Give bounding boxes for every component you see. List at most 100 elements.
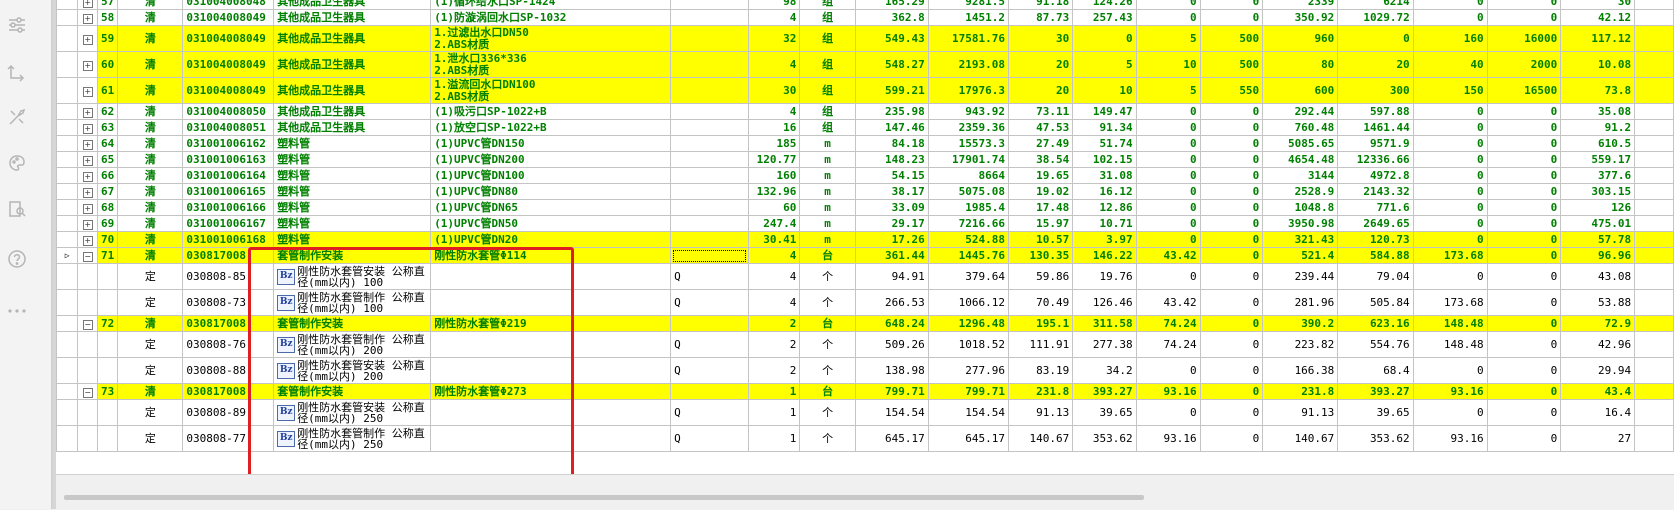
quantity-expression[interactable]: [670, 315, 749, 332]
item-name[interactable]: Bz 刚性防水套管安装 公称直径(mm以内) 250: [273, 399, 432, 426]
unit-cell[interactable]: 组: [799, 77, 856, 104]
mgmt-fee-cell[interactable]: 126: [1560, 199, 1636, 216]
material-total-cell[interactable]: 0: [1337, 25, 1414, 52]
material-unit-cell[interactable]: 91.34: [1072, 119, 1137, 136]
item-code[interactable]: 030808-77: [182, 425, 275, 452]
row-indicator[interactable]: [56, 399, 79, 426]
labor-unit-cell[interactable]: 30: [1007, 25, 1074, 52]
item-name[interactable]: 其他成品卫生器具: [273, 0, 432, 10]
unit-price-cell[interactable]: 84.18: [854, 135, 929, 152]
item-code[interactable]: 030808-85: [182, 263, 275, 290]
item-features[interactable]: (1)UPVC管DN200: [430, 151, 672, 168]
machine-total-cell[interactable]: 0: [1412, 9, 1488, 26]
row-indicator[interactable]: [56, 135, 79, 152]
total-price-cell[interactable]: 17976.3: [927, 77, 1009, 104]
unit-price-cell[interactable]: 38.17: [854, 183, 929, 200]
machine-unit-cell[interactable]: 0: [1135, 167, 1201, 184]
expand-icon[interactable]: −: [82, 387, 93, 398]
bill-row[interactable]: +69 清 031001006167 塑料管 (1)UPVC管DN50 247.4 m 29.…: [56, 215, 1674, 232]
quantity-expression[interactable]: [670, 183, 749, 200]
labor-unit-cell[interactable]: 73.11: [1007, 103, 1074, 120]
unit-cell[interactable]: m: [799, 231, 856, 248]
tools-icon[interactable]: [4, 104, 30, 130]
quantity-cell[interactable]: 2: [747, 331, 801, 358]
equipment-unit-cell[interactable]: 0: [1199, 383, 1264, 400]
total-price-cell[interactable]: 1451.2: [927, 9, 1009, 26]
expand-toggle[interactable]: +: [77, 9, 99, 26]
labor-total-cell[interactable]: 960: [1262, 25, 1339, 52]
item-name[interactable]: 其他成品卫生器具: [273, 119, 432, 136]
item-code[interactable]: 031004008049: [182, 25, 275, 52]
mgmt-fee-cell[interactable]: 43.4: [1560, 383, 1636, 400]
expand-toggle[interactable]: +: [77, 77, 99, 104]
row-indicator[interactable]: [56, 25, 79, 52]
material-unit-cell[interactable]: 149.47: [1072, 103, 1137, 120]
item-name[interactable]: 塑料管: [273, 135, 432, 152]
labor-total-cell[interactable]: 166.38: [1262, 357, 1339, 384]
total-price-cell[interactable]: 5075.08: [927, 183, 1009, 200]
quantity-expression[interactable]: [670, 215, 749, 232]
material-unit-cell[interactable]: 10.71: [1072, 215, 1137, 232]
equipment-unit-cell[interactable]: 0: [1199, 399, 1264, 426]
bill-row[interactable]: +58 清 031004008049 其他成品卫生器具 (1)防漩涡回水口SP-1032…: [56, 9, 1674, 26]
mgmt-fee-cell[interactable]: 73.8: [1560, 77, 1636, 104]
unit-price-cell[interactable]: 148.23: [854, 151, 929, 168]
material-unit-cell[interactable]: 5: [1072, 51, 1137, 78]
equipment-total-cell[interactable]: 0: [1486, 183, 1562, 200]
unit-cell[interactable]: m: [799, 167, 856, 184]
unit-cell[interactable]: 组: [799, 119, 856, 136]
item-code[interactable]: 031004008051: [182, 119, 275, 136]
quantity-expression[interactable]: [670, 383, 749, 400]
item-name[interactable]: 塑料管: [273, 231, 432, 248]
item-code[interactable]: 031001006167: [182, 215, 275, 232]
unit-cell[interactable]: 组: [799, 103, 856, 120]
equipment-total-cell[interactable]: 0: [1486, 315, 1562, 332]
unit-price-cell[interactable]: 33.09: [854, 199, 929, 216]
material-total-cell[interactable]: 300: [1337, 77, 1414, 104]
machine-unit-cell[interactable]: 10: [1135, 51, 1201, 78]
machine-unit-cell[interactable]: 74.24: [1135, 315, 1201, 332]
expand-toggle[interactable]: −: [77, 383, 99, 400]
equipment-unit-cell[interactable]: 0: [1199, 103, 1264, 120]
total-price-cell[interactable]: 943.92: [927, 103, 1009, 120]
equipment-total-cell[interactable]: 0: [1486, 425, 1562, 452]
machine-unit-cell[interactable]: 0: [1135, 357, 1201, 384]
unit-price-cell[interactable]: 154.54: [854, 399, 929, 426]
quota-row[interactable]: 定 030808-85 Bz 刚性防水套管安装 公称直径(mm以内) 100 Q 4 个 94…: [56, 263, 1674, 290]
item-name[interactable]: 其他成品卫生器具: [273, 25, 432, 52]
item-code[interactable]: 031004008049: [182, 51, 275, 78]
machine-total-cell[interactable]: 93.16: [1412, 425, 1488, 452]
help-icon[interactable]: [4, 246, 30, 272]
equipment-unit-cell[interactable]: 500: [1199, 51, 1264, 78]
unit-cell[interactable]: m: [799, 215, 856, 232]
item-code[interactable]: 030808-76: [182, 331, 275, 358]
row-indicator[interactable]: [56, 51, 79, 78]
expand-icon[interactable]: +: [82, 123, 93, 134]
machine-unit-cell[interactable]: 0: [1135, 151, 1201, 168]
item-code[interactable]: 030808-88: [182, 357, 275, 384]
unit-price-cell[interactable]: 509.26: [854, 331, 929, 358]
labor-total-cell[interactable]: 80: [1262, 51, 1339, 78]
item-features[interactable]: (1)放空口SP-1022+B: [430, 119, 672, 136]
mgmt-fee-cell[interactable]: 43.08: [1560, 263, 1636, 290]
labor-unit-cell[interactable]: 17.48: [1007, 199, 1074, 216]
material-total-cell[interactable]: 393.27: [1337, 383, 1414, 400]
bill-row[interactable]: +63 清 031004008051 其他成品卫生器具 (1)放空口SP-1022+B 1…: [56, 119, 1674, 136]
total-price-cell[interactable]: 2359.36: [927, 119, 1009, 136]
item-code[interactable]: 031004008049: [182, 9, 275, 26]
unit-cell[interactable]: 个: [799, 289, 856, 316]
row-indicator[interactable]: [56, 425, 79, 452]
flow-arrows-icon[interactable]: [4, 60, 30, 86]
material-unit-cell[interactable]: 12.86: [1072, 199, 1137, 216]
expand-toggle[interactable]: +: [77, 51, 99, 78]
machine-total-cell[interactable]: 0: [1412, 119, 1488, 136]
equipment-total-cell[interactable]: 16500: [1486, 77, 1562, 104]
material-total-cell[interactable]: 9571.9: [1337, 135, 1414, 152]
quantity-cell[interactable]: 60: [747, 199, 801, 216]
mgmt-fee-cell[interactable]: 16.4: [1560, 399, 1636, 426]
quantity-cell[interactable]: 2: [747, 315, 801, 332]
labor-unit-cell[interactable]: 59.86: [1007, 263, 1074, 290]
quantity-expression[interactable]: [670, 0, 749, 10]
equipment-total-cell[interactable]: 0: [1486, 167, 1562, 184]
row-indicator[interactable]: [56, 9, 79, 26]
